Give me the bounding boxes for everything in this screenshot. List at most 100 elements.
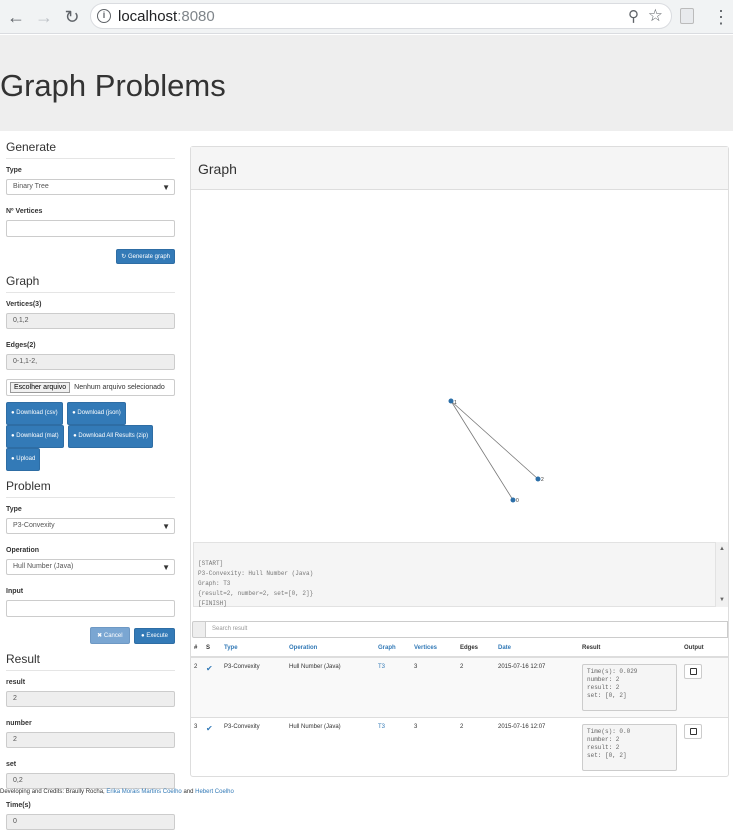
download-mat-button[interactable]: ● Download (mat) (6, 425, 64, 448)
refresh-icon: ↻ (121, 254, 127, 260)
download-icon: ● (11, 410, 15, 416)
number-label: number (6, 720, 32, 727)
reload-icon[interactable]: ↻ (61, 6, 83, 28)
file-input[interactable]: Escolher arquivo Nenhum arquivo seleciona… (6, 379, 175, 396)
col-header-date[interactable]: Date (495, 639, 579, 658)
col-header-graph[interactable]: Graph (375, 639, 411, 658)
graph-edge (450, 400, 539, 480)
footer-and: and (183, 789, 194, 795)
execute-button[interactable]: ● Execute (134, 628, 175, 644)
url-host: localhost (118, 8, 178, 25)
row-num: 3 (191, 717, 203, 777)
close-icon: ✖ (97, 633, 103, 639)
row-result: Time(s): 0.029 number: 2 result: 2 set: … (582, 664, 677, 711)
upload-label: Upload (16, 456, 36, 462)
console-line: [FINISH] (198, 600, 227, 607)
result-field[interactable]: 2 (6, 691, 175, 707)
search-bar: Search result (191, 621, 728, 638)
input-field[interactable] (6, 600, 175, 617)
footer-author-link[interactable]: Erika Morais Martins Coelho (106, 789, 181, 795)
row-edges: 2 (457, 656, 495, 718)
graph-panel: Graph 1 2 0 [START] P3-Convexity: Hull N… (190, 146, 729, 777)
result-line: result: 2 (587, 744, 620, 751)
result-line: Time(s): 0.0 (587, 728, 631, 735)
vertices-label: Vertices(3) (6, 301, 42, 308)
cancel-label: Cancel (103, 633, 123, 639)
output-button[interactable] (684, 664, 702, 679)
graph-node-label: 1 (454, 400, 457, 406)
set-label: set (6, 761, 17, 768)
check-icon: ✔ (206, 664, 213, 673)
choose-file-button[interactable]: Escolher arquivo (10, 382, 71, 393)
col-header-edges: Edges (457, 639, 495, 658)
page-title: Graph Problems (0, 68, 226, 103)
input-label: Input (6, 588, 24, 595)
row-date: 2015-07-16 12:07 (495, 656, 579, 718)
address-bar[interactable]: i localhost:8080 ⚲ ☆ (90, 3, 672, 29)
row-graph-link[interactable]: T3 (378, 664, 385, 670)
file-status: Nenhum arquivo selecionado (74, 384, 165, 391)
row-output-cell (681, 656, 728, 718)
url-text: localhost:8080 (118, 8, 215, 25)
upload-button[interactable]: ● Upload (6, 448, 41, 471)
vertices-field[interactable]: 0,1,2 (6, 313, 175, 329)
generate-graph-label: Generate graph (127, 254, 170, 260)
graph-node[interactable] (448, 398, 454, 404)
download-json-label: Download (json) (77, 410, 121, 416)
set-field[interactable]: 0,2 (6, 773, 175, 789)
result-label: result (6, 679, 26, 686)
col-header-vertices[interactable]: Vertices (411, 639, 457, 658)
generate-graph-button[interactable]: ↻ Generate graph (116, 249, 175, 264)
row-result-cell: Time(s): 0.0 number: 2 result: 2 set: [0… (579, 717, 681, 777)
graph-node[interactable] (510, 497, 516, 503)
search-input[interactable]: Search result (205, 621, 728, 638)
console-line: {result=2, number=2, set=[0, 2]} (198, 590, 314, 597)
edges-field[interactable]: 0-1,1-2, (6, 354, 175, 370)
operation-select[interactable]: Hull Number (Java) ▼ (6, 559, 175, 575)
download-csv-button[interactable]: ● Download (csv) (6, 402, 63, 425)
extension-icon[interactable] (680, 8, 694, 24)
row-result-cell: Time(s): 0.029 number: 2 result: 2 set: … (579, 656, 681, 718)
col-header-operation[interactable]: Operation (286, 639, 375, 658)
url-port: :8080 (177, 8, 215, 25)
kebab-menu-icon[interactable]: ⋮ (712, 6, 730, 28)
info-icon[interactable]: i (97, 9, 111, 23)
result-line: number: 2 (587, 736, 620, 743)
scroll-down-icon[interactable]: ▼ (719, 597, 725, 603)
zoom-icon[interactable]: ⚲ (628, 7, 639, 25)
generate-type-select[interactable]: Binary Tree ▼ (6, 179, 175, 195)
download-all-button[interactable]: ● Download All Results (zip) (68, 425, 154, 448)
vertices-count-input[interactable] (6, 220, 175, 237)
edges-label: Edges(2) (6, 342, 36, 349)
problem-type-select[interactable]: P3-Convexity ▼ (6, 518, 175, 534)
forward-icon[interactable]: → (33, 6, 55, 28)
graph-node[interactable] (535, 476, 541, 482)
console-scrollbar[interactable]: ▲ ▼ (716, 542, 728, 607)
col-header-output: Output (681, 639, 728, 658)
row-type: P3-Convexity (221, 656, 286, 718)
graph-node-label: 0 (516, 498, 519, 504)
console-line: Graph: T3 (198, 580, 231, 587)
scroll-up-icon[interactable]: ▲ (719, 546, 725, 552)
time-field[interactable]: 0 (6, 814, 175, 830)
graph-canvas[interactable]: 1 2 0 (191, 190, 728, 542)
row-graph-link[interactable]: T3 (378, 724, 385, 730)
browser-toolbar: ← → ↻ i localhost:8080 ⚲ ☆ ⋮ (0, 0, 733, 34)
footer-author-link[interactable]: Hebert Coelho (195, 789, 234, 795)
output-button[interactable] (684, 724, 702, 739)
download-icon: ● (73, 433, 77, 439)
cancel-button[interactable]: ✖ Cancel (90, 627, 130, 644)
download-json-button[interactable]: ● Download (json) (67, 402, 126, 425)
col-header-type[interactable]: Type (221, 639, 286, 658)
console-output[interactable]: [START] P3-Convexity: Hull Number (Java)… (193, 542, 716, 607)
back-icon[interactable]: ← (5, 6, 27, 28)
bookmark-star-icon[interactable]: ☆ (648, 6, 663, 26)
col-header-s: S (203, 639, 221, 658)
row-vertices: 3 (411, 656, 457, 718)
row-operation: Hull Number (Java) (286, 656, 375, 718)
table-row: 3 ✔ P3-Convexity Hull Number (Java) T3 3… (191, 717, 728, 777)
row-status: ✔ (203, 717, 221, 777)
number-field[interactable]: 2 (6, 732, 175, 748)
search-addon (192, 621, 206, 638)
row-type: P3-Convexity (221, 717, 286, 777)
